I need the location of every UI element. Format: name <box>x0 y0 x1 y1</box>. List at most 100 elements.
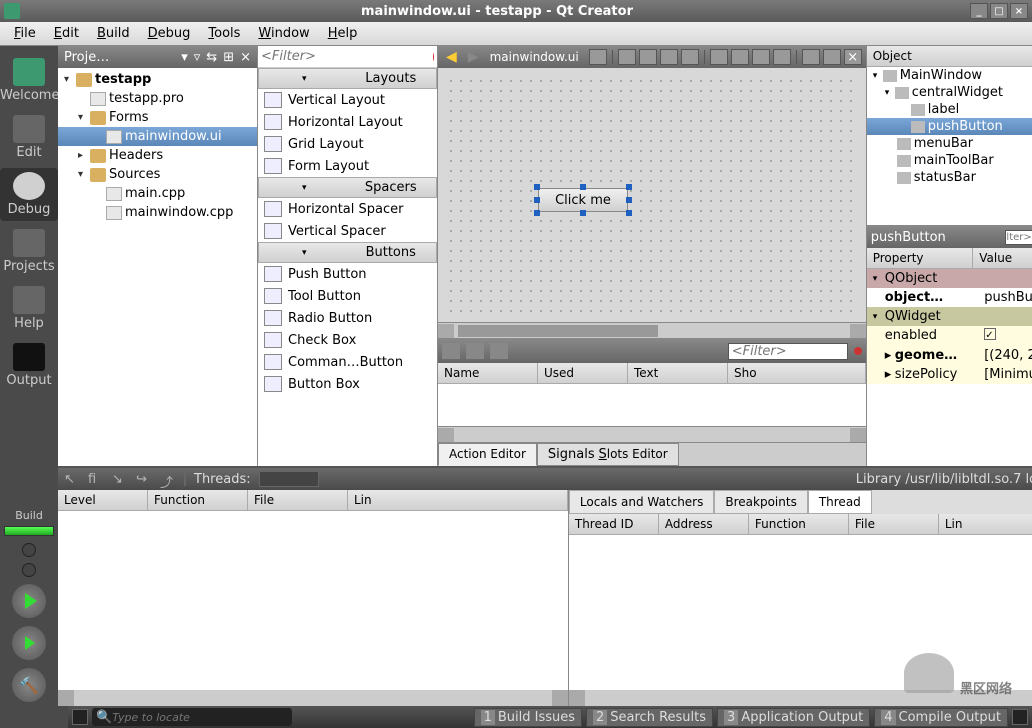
tree-headers[interactable]: ▸Headers <box>58 146 257 165</box>
project-tree[interactable]: ▾testapp testapp.pro ▾Forms mainwindow.u… <box>58 68 257 466</box>
prop-col-value[interactable]: Value <box>973 248 1032 268</box>
cat-buttons[interactable]: ▾Buttons <box>258 242 437 263</box>
debug-out-icon[interactable]: ⤴ <box>160 472 176 486</box>
tab-signals-slots[interactable]: Signals Slots Editor <box>537 443 679 466</box>
action-filter-input[interactable] <box>728 343 848 360</box>
tree-mainwindow-ui[interactable]: mainwindow.ui <box>58 127 257 146</box>
tb-layout-hs-icon[interactable] <box>660 49 678 65</box>
tb-layout-h-icon[interactable] <box>618 49 636 65</box>
menu-debug[interactable]: Debug <box>140 24 199 43</box>
thread-hscroll[interactable] <box>569 690 1032 706</box>
widget-grid-layout[interactable]: Grid Layout <box>258 133 437 155</box>
prop-filter-input[interactable] <box>1005 230 1032 245</box>
proj-link-icon[interactable]: ⇆ <box>206 50 217 65</box>
close-button[interactable]: × <box>1010 3 1028 19</box>
clear-filter-icon[interactable] <box>433 53 434 61</box>
tb-preview-icon[interactable] <box>823 49 841 65</box>
tb-edit-widgets-icon[interactable] <box>589 49 607 65</box>
thread-col-addr[interactable]: Address <box>659 514 749 534</box>
widget-hspacer[interactable]: Horizontal Spacer <box>258 198 437 220</box>
thread-col-line[interactable]: Lin <box>939 514 1032 534</box>
widget-tool-button[interactable]: Tool Button <box>258 285 437 307</box>
checkbox-icon[interactable] <box>984 328 996 340</box>
menu-help[interactable]: Help <box>320 24 366 43</box>
cat-layouts[interactable]: ▾Layouts <box>258 68 437 89</box>
tab-action-editor[interactable]: Action Editor <box>438 443 537 466</box>
action-clear-filter-icon[interactable] <box>854 347 862 355</box>
status-toggle-left[interactable] <box>72 709 88 725</box>
prop-geometry[interactable]: ▸geome…[(240, 250),… <box>867 346 1032 365</box>
preview-pushbutton[interactable]: Click me <box>538 188 628 212</box>
prop-col-property[interactable]: Property <box>867 248 974 268</box>
tab-locals[interactable]: Locals and Watchers <box>569 490 715 514</box>
debug-step-icon[interactable]: fi <box>88 472 104 486</box>
stack-col-file[interactable]: File <box>248 490 348 510</box>
prop-sizepolicy[interactable]: ▸sizePolicy[Minimum… <box>867 365 1032 384</box>
nav-fwd-icon[interactable]: ▶ <box>464 49 483 65</box>
thread-body[interactable] <box>569 535 1032 690</box>
tb-layout-v-icon[interactable] <box>639 49 657 65</box>
widget-horizontal-layout[interactable]: Horizontal Layout <box>258 111 437 133</box>
stack-body[interactable] <box>58 511 568 690</box>
widget-radio-button[interactable]: Radio Button <box>258 307 437 329</box>
tb-break-icon[interactable] <box>752 49 770 65</box>
tb-form-icon[interactable] <box>731 49 749 65</box>
widget-form-layout[interactable]: Form Layout <box>258 155 437 177</box>
proj-filter-icon[interactable]: ▿ <box>194 50 201 65</box>
widget-push-button[interactable]: Push Button <box>258 263 437 285</box>
status-tab-app-output[interactable]: 3Application Output <box>717 708 870 727</box>
locator[interactable]: 🔍 <box>92 708 292 726</box>
stack-col-function[interactable]: Function <box>148 490 248 510</box>
tree-sources[interactable]: ▾Sources <box>58 165 257 184</box>
canvas-hscroll[interactable] <box>438 322 866 338</box>
tree-main-cpp[interactable]: main.cpp <box>58 184 257 203</box>
tb-layout-vs-icon[interactable] <box>681 49 699 65</box>
nav-back-icon[interactable]: ◀ <box>442 49 461 65</box>
widget-button-box[interactable]: Button Box <box>258 373 437 395</box>
prop-enabled[interactable]: enabled <box>867 326 1032 346</box>
build-button[interactable] <box>12 668 46 702</box>
tree-root[interactable]: ▾testapp <box>58 70 257 89</box>
prop-group-qobject[interactable]: ▾QObject <box>867 269 1032 288</box>
status-tab-compile-output[interactable]: 4Compile Output <box>874 708 1008 727</box>
tb-grid-icon[interactable] <box>710 49 728 65</box>
maximize-button[interactable]: □ <box>990 3 1008 19</box>
stack-col-level[interactable]: Level <box>58 490 148 510</box>
tb-grid2-icon[interactable] <box>802 49 820 65</box>
mode-welcome[interactable]: Welcome <box>0 54 58 107</box>
debug-run-button[interactable] <box>12 626 46 660</box>
mode-projects[interactable]: Projects <box>0 225 58 278</box>
locator-input[interactable] <box>112 711 288 724</box>
action-copy-icon[interactable] <box>466 343 484 359</box>
status-tab-search-results[interactable]: 2Search Results <box>586 708 713 727</box>
proj-dropdown-icon[interactable]: ▾ <box>181 50 188 65</box>
tree-mainwindow-cpp[interactable]: mainwindow.cpp <box>58 203 257 222</box>
menu-build[interactable]: Build <box>89 24 138 43</box>
widget-filter-input[interactable] <box>261 49 429 64</box>
object-tree[interactable]: ▾MainWindowQM ▾centralWidgetQM label pus… <box>867 67 1032 225</box>
proj-split-icon[interactable]: ⊞ <box>223 50 234 65</box>
action-hscroll[interactable] <box>438 426 866 442</box>
proj-close-icon[interactable]: × <box>240 50 251 65</box>
debug-over-icon[interactable]: ↪ <box>136 472 152 486</box>
widget-vspacer[interactable]: Vertical Spacer <box>258 220 437 242</box>
status-toggle-right[interactable] <box>1012 709 1028 725</box>
stack-col-line[interactable]: Lin <box>348 490 568 510</box>
threads-combo[interactable] <box>259 471 319 487</box>
thread-col-file[interactable]: File <box>849 514 939 534</box>
obj-col-object[interactable]: Object <box>867 46 1032 66</box>
tab-thread[interactable]: Thread <box>808 490 872 514</box>
menu-edit[interactable]: Edit <box>46 24 87 43</box>
status-tab-build-issues[interactable]: 1Build Issues <box>474 708 582 727</box>
widget-command-button[interactable]: Comman…Button <box>258 351 437 373</box>
thread-col-func[interactable]: Function <box>749 514 849 534</box>
tb-close-icon[interactable]: × <box>844 49 862 65</box>
cat-spacers[interactable]: ▾Spacers <box>258 177 437 198</box>
mode-help[interactable]: Help <box>0 282 58 335</box>
menu-window[interactable]: Window <box>250 24 317 43</box>
tree-pro-file[interactable]: testapp.pro <box>58 89 257 108</box>
prop-objectname[interactable]: object…pushButton <box>867 288 1032 307</box>
tree-forms[interactable]: ▾Forms <box>58 108 257 127</box>
action-delete-icon[interactable] <box>490 343 508 359</box>
mode-output[interactable]: Output <box>0 339 58 392</box>
